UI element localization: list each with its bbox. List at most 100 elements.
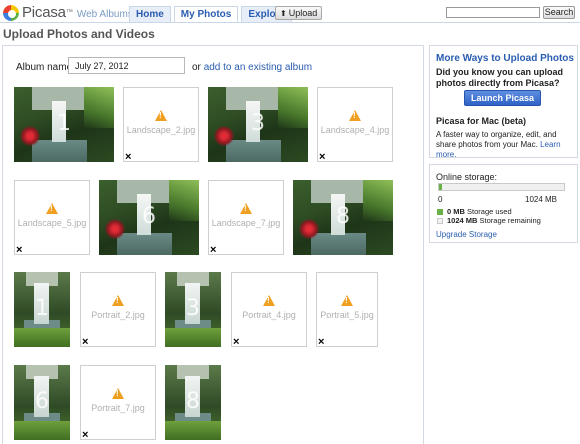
pending-upload-box: Landscape_7.jpg <box>208 180 284 255</box>
picasa-pinwheel-icon <box>3 4 19 21</box>
remove-upload-icon[interactable]: × <box>318 337 326 348</box>
pending-upload-tile[interactable]: Portrait_7.jpg × <box>80 365 156 441</box>
uploaded-photo-thumbnail[interactable]: 3 <box>208 87 308 162</box>
remove-upload-icon[interactable]: × <box>16 245 24 256</box>
storage-remaining-label: Storage remaining <box>479 216 541 225</box>
warning-icon <box>349 109 361 121</box>
storage-panel: Online storage: 0 1024 MB 0 MB Storage u… <box>429 164 578 243</box>
nav-divider <box>0 22 580 23</box>
storage-heading: Online storage: <box>436 172 498 182</box>
waterfall-portrait-image: 1 <box>14 272 70 347</box>
pending-filename: Portrait_7.jpg <box>91 402 145 413</box>
pending-filename: Portrait_2.jpg <box>91 309 145 320</box>
pending-filename: Landscape_7.jpg <box>211 217 281 228</box>
or-label: or <box>192 62 201 73</box>
warning-icon <box>112 294 124 306</box>
remove-upload-icon[interactable]: × <box>233 337 241 348</box>
upload-panel: Album name: or add to an existing album … <box>2 45 424 444</box>
photo-number: 3 <box>251 110 265 136</box>
uploaded-photo-thumbnail[interactable]: 6 <box>99 180 199 255</box>
warning-icon <box>263 294 275 306</box>
warning-icon <box>112 387 124 399</box>
pending-upload-tile[interactable]: Landscape_5.jpg × <box>14 180 90 256</box>
storage-remaining-legend: 1024 MB Storage remaining <box>447 216 541 225</box>
remove-upload-icon[interactable]: × <box>210 245 218 256</box>
uploaded-photo-thumbnail[interactable]: 8 <box>165 365 221 440</box>
storage-used-amount: 0 MB <box>447 207 465 216</box>
launch-picasa-button[interactable]: Launch Picasa <box>464 90 541 106</box>
storage-used-label: Storage used <box>467 207 512 216</box>
remove-upload-icon[interactable]: × <box>319 152 327 163</box>
waterfall-landscape-image: 6 <box>99 180 199 255</box>
remove-upload-icon[interactable]: × <box>82 337 90 348</box>
pending-filename: Landscape_2.jpg <box>126 124 196 135</box>
more-ways-heading: More Ways to Upload Photos <box>436 53 574 64</box>
logo-subtitle: Web Albums <box>76 8 133 20</box>
photo-number: 1 <box>57 110 71 136</box>
warning-icon <box>46 202 58 214</box>
pending-upload-tile[interactable]: Portrait_4.jpg × <box>231 272 307 348</box>
picasa-mac-heading: Picasa for Mac (beta) <box>436 116 527 126</box>
upload-button-label: Upload <box>288 8 318 18</box>
add-to-existing-album-link[interactable]: add to an existing album <box>204 62 312 73</box>
waterfall-portrait-image: 8 <box>165 365 221 440</box>
upload-arrow-icon: ⬆ <box>280 9 287 18</box>
storage-bar-fill <box>439 184 442 190</box>
pending-upload-tile[interactable]: Landscape_2.jpg × <box>123 87 199 163</box>
uploaded-photo-thumbnail[interactable]: 3 <box>165 272 221 347</box>
pending-upload-tile[interactable]: Landscape_7.jpg × <box>208 180 284 256</box>
warning-icon <box>155 109 167 121</box>
warning-icon <box>240 202 252 214</box>
remove-upload-icon[interactable]: × <box>125 152 133 163</box>
waterfall-portrait-image: 3 <box>165 272 221 347</box>
picasa-logo[interactable]: Picasa ™ Web Albums <box>3 4 133 21</box>
picasa-question: Did you know you can upload photos direc… <box>436 67 564 88</box>
picasa-mac-description: A faster way to organize, edit, and shar… <box>436 130 576 160</box>
pending-upload-box: Landscape_5.jpg <box>14 180 90 255</box>
page-title: Upload Photos and Videos <box>3 27 155 41</box>
upgrade-storage-link[interactable]: Upgrade Storage <box>436 230 497 239</box>
pending-upload-box: Portrait_2.jpg <box>80 272 156 347</box>
waterfall-portrait-image: 6 <box>14 365 70 440</box>
album-name-label: Album name: <box>16 62 75 73</box>
pending-upload-box: Landscape_2.jpg <box>123 87 199 162</box>
waterfall-landscape-image: 3 <box>208 87 308 162</box>
album-name-field[interactable] <box>68 57 185 74</box>
pending-filename: Landscape_4.jpg <box>320 124 390 135</box>
pending-upload-tile[interactable]: Portrait_5.jpg × <box>316 272 378 348</box>
tab-home[interactable]: Home <box>129 6 171 23</box>
storage-bar <box>438 183 565 191</box>
uploaded-photo-thumbnail[interactable]: 1 <box>14 272 70 347</box>
photo-number: 6 <box>142 203 156 229</box>
pending-filename: Portrait_4.jpg <box>242 309 296 320</box>
logo-text: Picasa <box>22 4 66 21</box>
main-tabs: Home My Photos Explore <box>129 6 295 23</box>
pending-filename: Landscape_5.jpg <box>17 217 87 228</box>
tab-my-photos[interactable]: My Photos <box>173 6 239 23</box>
pending-upload-tile[interactable]: Landscape_4.jpg × <box>317 87 393 163</box>
waterfall-landscape-image: 8 <box>293 180 393 255</box>
upload-button[interactable]: ⬆ Upload <box>275 6 323 20</box>
mac-description-text: A faster way to organize, edit, and shar… <box>436 130 557 149</box>
warning-icon <box>341 294 353 306</box>
photo-number: 1 <box>35 295 49 321</box>
uploaded-photo-thumbnail[interactable]: 6 <box>14 365 70 440</box>
remove-upload-icon[interactable]: × <box>82 430 90 441</box>
logo-trademark: ™ <box>65 9 73 16</box>
photo-number: 8 <box>186 388 200 414</box>
more-ways-panel: More Ways to Upload Photos Did you know … <box>429 45 578 160</box>
photo-number: 6 <box>35 388 49 414</box>
pending-upload-box: Portrait_4.jpg <box>231 272 307 347</box>
existing-album-text: or add to an existing album <box>192 62 312 73</box>
storage-remaining-amount: 1024 MB <box>447 216 478 225</box>
storage-remaining-swatch <box>437 218 443 224</box>
pending-upload-box: Landscape_4.jpg <box>317 87 393 162</box>
pending-upload-tile[interactable]: Portrait_2.jpg × <box>80 272 156 348</box>
uploaded-photo-thumbnail[interactable]: 8 <box>293 180 393 255</box>
search-input[interactable] <box>446 7 540 18</box>
waterfall-landscape-image: 1 <box>14 87 114 162</box>
photo-number: 3 <box>186 295 200 321</box>
search-button[interactable]: Search <box>543 6 575 19</box>
pending-filename: Portrait_5.jpg <box>320 309 374 320</box>
uploaded-photo-thumbnail[interactable]: 1 <box>14 87 114 162</box>
